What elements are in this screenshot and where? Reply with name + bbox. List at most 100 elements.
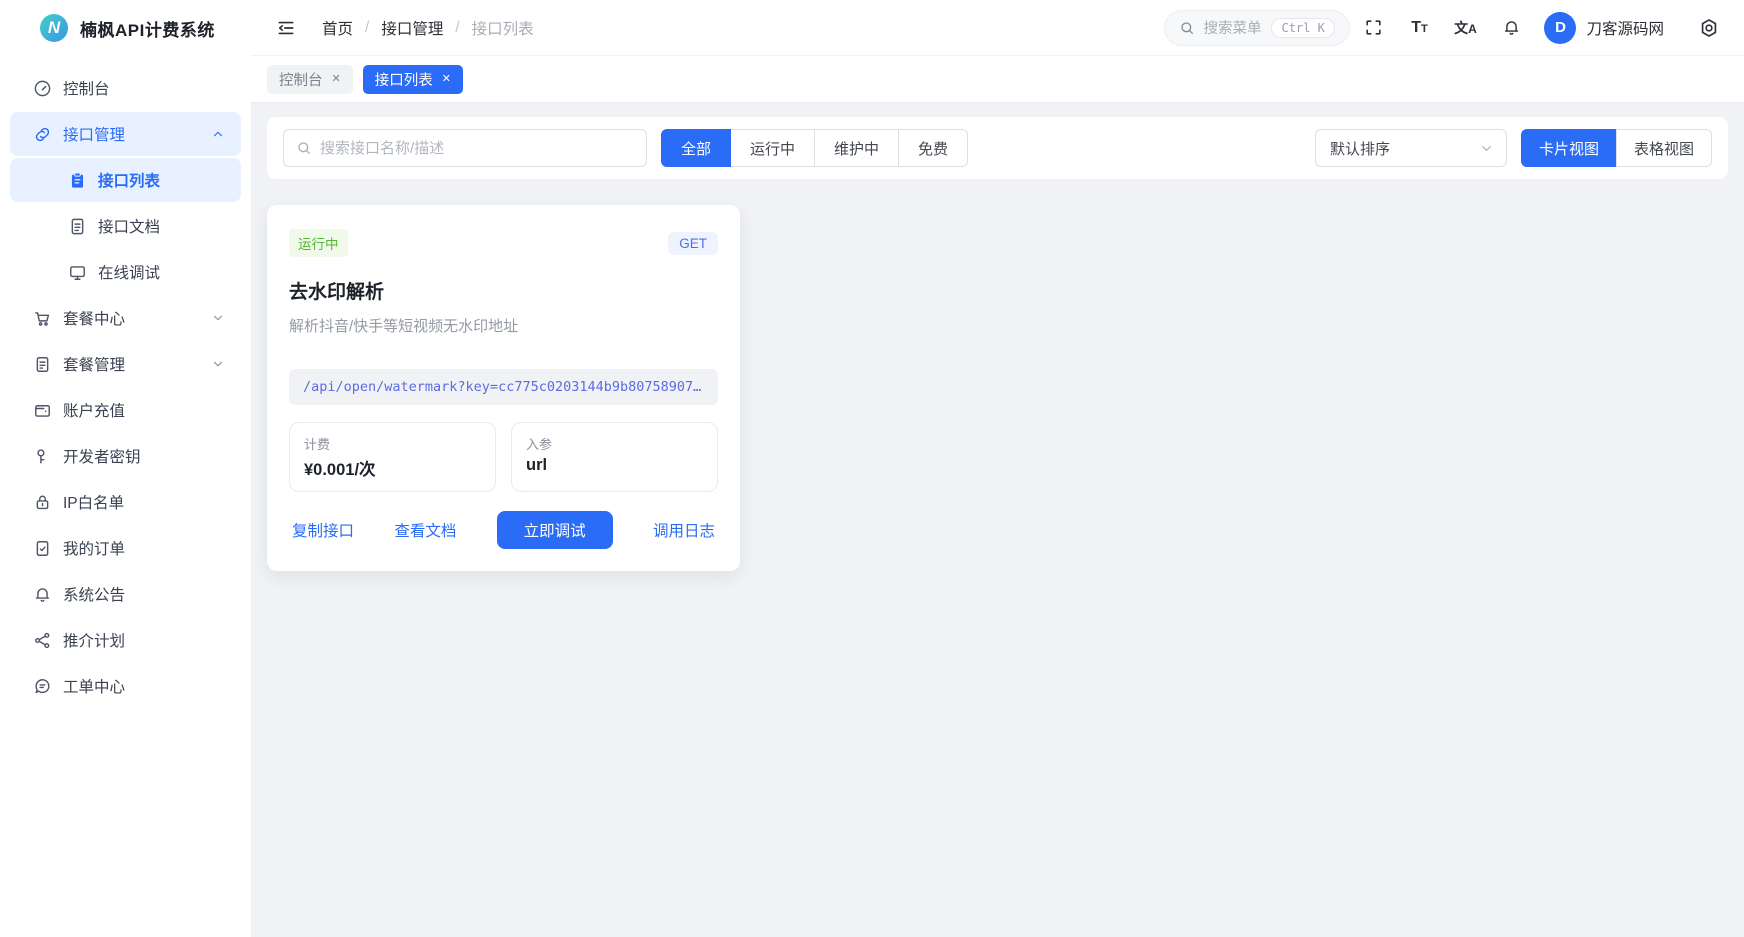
topbar-right: 搜索菜单 Ctrl K TT 文A D 刀客源码网 xyxy=(1164,10,1720,46)
avatar[interactable]: D xyxy=(1544,12,1576,44)
username[interactable]: 刀客源码网 xyxy=(1586,17,1664,39)
search-icon xyxy=(1179,20,1195,36)
filter-free-button[interactable]: 免费 xyxy=(899,129,968,167)
notifications-button[interactable] xyxy=(1488,10,1534,46)
settings-gear-icon[interactable] xyxy=(1698,17,1720,39)
fullscreen-button[interactable] xyxy=(1350,10,1396,46)
menu-search-placeholder: 搜索菜单 xyxy=(1203,17,1261,38)
billing-label: 计费 xyxy=(304,434,481,453)
sidebar-menu: 控制台 接口管理 接口列表 接口文档 在线调试 套餐中心 xyxy=(0,56,251,710)
api-endpoint[interactable]: /api/open/watermark?key=cc775c0203144b9b… xyxy=(289,369,718,405)
share-icon xyxy=(33,631,52,650)
lock-icon xyxy=(33,493,52,512)
keyboard-shortcut-badge: Ctrl K xyxy=(1271,18,1334,38)
call-logs-button[interactable]: 调用日志 xyxy=(653,519,715,541)
sidebar-item-online-debug[interactable]: 在线调试 xyxy=(10,250,241,294)
filter-all-button[interactable]: 全部 xyxy=(661,129,731,167)
font-size-button[interactable]: TT xyxy=(1396,10,1442,46)
sidebar-item-my-orders[interactable]: 我的订单 xyxy=(10,526,241,570)
content-area: 全部 运行中 维护中 免费 默认排序 卡片视图 表格视图 运行中 xyxy=(251,103,1744,937)
billing-stat-box: 计费 ¥0.001/次 xyxy=(289,422,496,492)
sidebar-item-dashboard[interactable]: 控制台 xyxy=(10,66,241,110)
sidebar-item-label: 我的订单 xyxy=(63,537,225,559)
sidebar-item-api-management[interactable]: 接口管理 xyxy=(10,112,241,156)
sidebar-item-label: 接口文档 xyxy=(98,215,225,237)
monitor-icon xyxy=(68,263,87,282)
tabbar: 控制台 ✕ 接口列表 ✕ xyxy=(251,56,1744,103)
status-badge: 运行中 xyxy=(289,229,348,257)
view-docs-button[interactable]: 查看文档 xyxy=(394,519,456,541)
app-logo-icon: N xyxy=(40,14,68,42)
sidebar-item-label: 在线调试 xyxy=(98,261,225,283)
api-card-header: 运行中 GET xyxy=(289,229,718,257)
menu-search-button[interactable]: 搜索菜单 Ctrl K xyxy=(1164,10,1350,46)
close-icon[interactable]: ✕ xyxy=(332,74,341,85)
sort-select[interactable]: 默认排序 xyxy=(1315,129,1507,167)
api-card-actions: 复制接口 查看文档 立即调试 调用日志 xyxy=(289,511,718,549)
search-icon xyxy=(296,140,312,156)
api-stats: 计费 ¥0.001/次 入参 url xyxy=(289,422,718,492)
sidebar-item-label: IP白名单 xyxy=(63,491,225,513)
clipboard-list-icon xyxy=(68,171,87,190)
sidebar-item-package-center[interactable]: 套餐中心 xyxy=(10,296,241,340)
tab-dashboard[interactable]: 控制台 ✕ xyxy=(267,65,353,94)
filter-maintenance-button[interactable]: 维护中 xyxy=(815,129,899,167)
order-check-icon xyxy=(33,539,52,558)
status-filter-group: 全部 运行中 维护中 免费 xyxy=(661,129,968,167)
breadcrumb: 首页 / 接口管理 / 接口列表 xyxy=(322,17,534,39)
breadcrumb-api-list: 接口列表 xyxy=(472,17,534,39)
params-label: 入参 xyxy=(526,434,703,453)
sidebar: N 楠枫API计费系统 控制台 接口管理 接口列表 接口文档 xyxy=(0,0,251,937)
sidebar-item-label: 开发者密钥 xyxy=(63,445,225,467)
view-toggle-group: 卡片视图 表格视图 xyxy=(1521,129,1712,167)
sidebar-item-api-docs[interactable]: 接口文档 xyxy=(10,204,241,248)
main-area: 首页 / 接口管理 / 接口列表 搜索菜单 Ctrl K TT xyxy=(251,0,1744,937)
sidebar-item-account-recharge[interactable]: 账户充值 xyxy=(10,388,241,432)
api-search-input[interactable] xyxy=(320,140,634,157)
debug-now-button[interactable]: 立即调试 xyxy=(497,511,613,549)
app-logo: N 楠枫API计费系统 xyxy=(0,0,251,56)
chevron-down-icon xyxy=(1479,141,1494,156)
document-lines-icon xyxy=(33,355,52,374)
cart-icon xyxy=(33,309,52,328)
sidebar-item-api-list[interactable]: 接口列表 xyxy=(10,158,241,202)
tab-api-list[interactable]: 接口列表 ✕ xyxy=(363,65,463,94)
collapse-sidebar-icon[interactable] xyxy=(276,18,296,38)
sort-select-value: 默认排序 xyxy=(1330,138,1390,159)
table-view-button[interactable]: 表格视图 xyxy=(1616,129,1712,167)
key-icon xyxy=(33,447,52,466)
breadcrumb-api-management[interactable]: 接口管理 xyxy=(381,17,443,39)
topbar: 首页 / 接口管理 / 接口列表 搜索菜单 Ctrl K TT xyxy=(251,0,1744,56)
sidebar-item-system-announcements[interactable]: 系统公告 xyxy=(10,572,241,616)
chevron-down-icon xyxy=(211,311,225,325)
fullscreen-icon xyxy=(1364,18,1383,37)
filter-running-button[interactable]: 运行中 xyxy=(731,129,815,167)
chevron-down-icon xyxy=(211,357,225,371)
close-icon[interactable]: ✕ xyxy=(442,74,451,85)
tab-label: 接口列表 xyxy=(375,69,433,90)
translate-icon: 文A xyxy=(1454,18,1477,38)
bell-icon xyxy=(33,585,52,604)
sidebar-item-ip-whitelist[interactable]: IP白名单 xyxy=(10,480,241,524)
sidebar-item-label: 接口列表 xyxy=(98,169,225,191)
http-method-badge: GET xyxy=(668,232,718,255)
card-view-button[interactable]: 卡片视图 xyxy=(1521,129,1616,167)
api-description: 解析抖音/快手等短视频无水印地址 xyxy=(289,315,718,336)
sidebar-item-label: 账户充值 xyxy=(63,399,225,421)
language-button[interactable]: 文A xyxy=(1442,10,1488,46)
sidebar-item-ticket-center[interactable]: 工单中心 xyxy=(10,664,241,708)
sidebar-item-referral-program[interactable]: 推介计划 xyxy=(10,618,241,662)
billing-value: ¥0.001/次 xyxy=(304,456,481,480)
chevron-up-icon xyxy=(211,127,225,141)
bell-icon xyxy=(1502,18,1521,37)
sidebar-item-label: 接口管理 xyxy=(63,123,211,145)
api-title: 去水印解析 xyxy=(289,277,718,304)
breadcrumb-home[interactable]: 首页 xyxy=(322,17,353,39)
api-card: 运行中 GET 去水印解析 解析抖音/快手等短视频无水印地址 /api/open… xyxy=(267,205,740,571)
sidebar-item-label: 控制台 xyxy=(63,77,225,99)
copy-api-button[interactable]: 复制接口 xyxy=(292,519,354,541)
sidebar-item-label: 套餐管理 xyxy=(63,353,211,375)
params-stat-box: 入参 url xyxy=(511,422,718,492)
sidebar-item-package-management[interactable]: 套餐管理 xyxy=(10,342,241,386)
sidebar-item-developer-keys[interactable]: 开发者密钥 xyxy=(10,434,241,478)
